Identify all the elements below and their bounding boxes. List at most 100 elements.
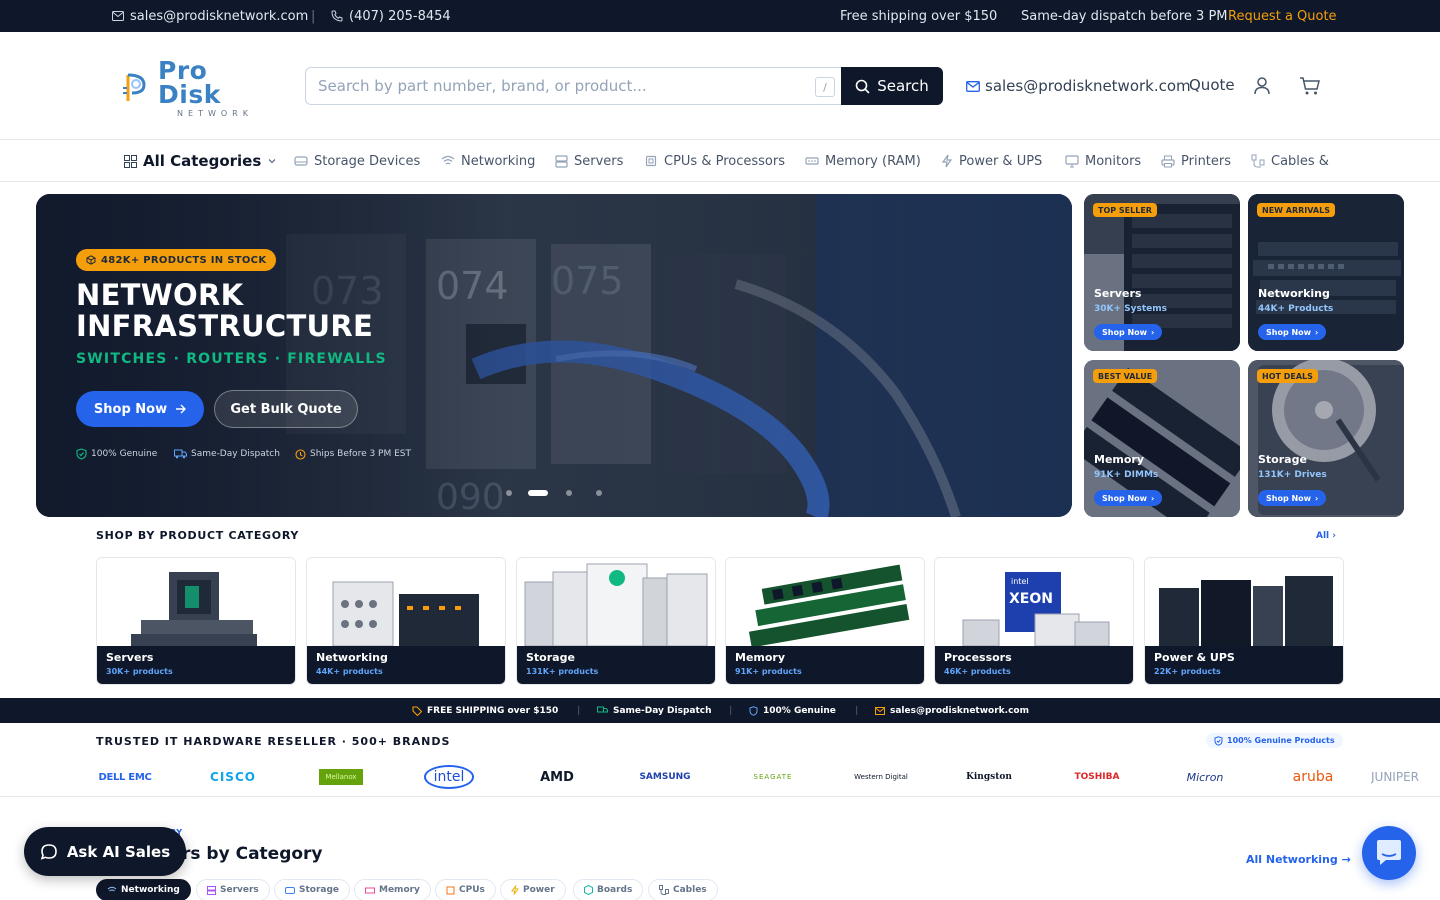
memory-icon bbox=[805, 156, 819, 166]
tile-ribbon: TOP SELLER bbox=[1093, 203, 1157, 217]
brand-logo-carousel: · · · · · DELL EMC CISCO Mellanox intel … bbox=[0, 757, 1440, 797]
brand-logo-kingston[interactable]: Kingston bbox=[939, 757, 1039, 797]
tile-shop-now-button[interactable]: Shop Now › bbox=[1094, 324, 1163, 340]
brand-logo-western-digital[interactable]: Western Digital bbox=[831, 757, 931, 797]
nav-networking[interactable]: Networking bbox=[441, 141, 535, 181]
hero-subtitle: SWITCHES · ROUTERS · FIREWALLS bbox=[76, 351, 387, 367]
carousel-dot-active[interactable] bbox=[528, 490, 548, 496]
cart-icon[interactable] bbox=[1299, 76, 1321, 96]
grid-icon bbox=[124, 154, 137, 168]
brand-logo-seagate[interactable]: SEAGATE bbox=[723, 757, 823, 797]
header-email: sales@prodisknetwork.com bbox=[985, 77, 1191, 95]
all-categories-dropdown[interactable]: All Categories bbox=[124, 141, 277, 181]
wifi-icon bbox=[107, 886, 117, 895]
promo-tile-networking[interactable]: NEW ARRIVALS Networking 44K+ Products Sh… bbox=[1248, 194, 1404, 351]
brand-logo-cisco[interactable]: CISCO bbox=[183, 757, 283, 797]
trust-text: 100% Genuine bbox=[91, 449, 158, 459]
nav-cables[interactable]: Cables & bbox=[1251, 141, 1329, 181]
quote-link[interactable]: Quote bbox=[1189, 76, 1235, 94]
nav-storage-devices[interactable]: Storage Devices bbox=[294, 141, 420, 181]
chip-storage[interactable]: Storage bbox=[274, 879, 351, 900]
topbar-email-link[interactable]: sales@prodisknetwork.com bbox=[112, 0, 308, 32]
trust-text: Same-Day Dispatch bbox=[191, 449, 280, 459]
nav-power-ups[interactable]: Power & UPS bbox=[941, 141, 1042, 181]
nav-printers[interactable]: Printers bbox=[1161, 141, 1231, 181]
card-name: Memory bbox=[735, 651, 786, 664]
nav-memory[interactable]: Memory (RAM) bbox=[805, 141, 921, 181]
brand-logo-dell-emc[interactable]: DELL EMC bbox=[75, 757, 175, 797]
request-quote-link[interactable]: Request a Quote bbox=[1228, 0, 1337, 32]
brand-logo-aruba[interactable]: aruba bbox=[1263, 757, 1363, 797]
brand-logo-samsung[interactable]: SAMSUNG bbox=[615, 757, 715, 797]
chip-servers[interactable]: Servers bbox=[196, 879, 270, 900]
chip-memory[interactable]: Memory bbox=[354, 879, 431, 900]
tag-icon bbox=[412, 705, 422, 716]
strip-text: sales@prodisknetwork.com bbox=[890, 705, 1029, 716]
chip-boards[interactable]: Boards bbox=[573, 879, 644, 900]
logo[interactable]: Pro Disk NETWORK bbox=[122, 58, 272, 118]
clock-icon bbox=[295, 448, 306, 460]
brand-logo-amd[interactable]: AMD bbox=[507, 757, 607, 797]
brand-logo-partial[interactable]: · · · · · bbox=[0, 757, 30, 797]
brand-text: intel bbox=[423, 765, 475, 789]
brand-logo-micron[interactable]: Micron bbox=[1155, 757, 1255, 797]
storage-image bbox=[517, 558, 715, 646]
brand-logo-juniper[interactable]: JUNIPER bbox=[1371, 757, 1440, 797]
all-networking-link[interactable]: All Networking → bbox=[1246, 853, 1351, 866]
wifi-icon bbox=[441, 155, 455, 167]
carousel-dot[interactable] bbox=[506, 490, 512, 496]
tile-ribbon: HOT DEALS bbox=[1257, 369, 1318, 383]
chip-cables[interactable]: Cables bbox=[648, 879, 718, 900]
carousel-dot[interactable] bbox=[566, 490, 572, 496]
tile-shop-now-button[interactable]: Shop Now › bbox=[1094, 490, 1163, 506]
category-card-power-ups[interactable]: Power & UPS 22K+ products bbox=[1144, 557, 1344, 685]
mail-icon bbox=[112, 11, 124, 21]
brand-logo-mellanox[interactable]: Mellanox bbox=[291, 757, 391, 797]
nav-monitors[interactable]: Monitors bbox=[1065, 141, 1141, 181]
promo-tile-storage[interactable]: HOT DEALS Storage 131K+ Drives Shop Now › bbox=[1248, 360, 1404, 517]
strip-text: FREE SHIPPING over $150 bbox=[427, 705, 559, 716]
chat-widget-button[interactable] bbox=[1362, 826, 1416, 880]
header-email-link[interactable]: sales@prodisknetwork.com bbox=[966, 76, 1191, 96]
nav-label: CPUs & Processors bbox=[664, 153, 785, 169]
trust-text: Ships Before 3 PM EST bbox=[310, 449, 412, 459]
category-card-networking[interactable]: Networking 44K+ products bbox=[306, 557, 506, 685]
category-card-servers[interactable]: Servers 30K+ products bbox=[96, 557, 296, 685]
hero-bulk-quote-button[interactable]: Get Bulk Quote bbox=[214, 390, 358, 428]
nav-cpus-processors[interactable]: CPUs & Processors bbox=[644, 141, 785, 181]
view-all-categories-link[interactable]: All › bbox=[1316, 531, 1336, 541]
category-card-storage[interactable]: Storage 131K+ products bbox=[516, 557, 716, 685]
header: Pro Disk NETWORK / Search sales@prodiskn… bbox=[0, 32, 1440, 140]
nav-servers[interactable]: Servers bbox=[555, 141, 623, 181]
topbar-email: sales@prodisknetwork.com bbox=[130, 8, 309, 24]
ask-ai-sales-button[interactable]: Ask AI Sales bbox=[24, 827, 186, 876]
brand-logo-toshiba[interactable]: TOSHIBA bbox=[1047, 757, 1147, 797]
promo-tile-memory[interactable]: BEST VALUE Memory 91K+ DIMMs Shop Now › bbox=[1084, 360, 1240, 517]
carousel-dot[interactable] bbox=[596, 490, 602, 496]
tile-shop-now-button[interactable]: Shop Now › bbox=[1258, 490, 1327, 506]
search-button[interactable]: Search bbox=[841, 67, 943, 105]
chip-cpus[interactable]: CPUs bbox=[435, 879, 496, 900]
strip-email[interactable]: sales@prodisknetwork.com bbox=[875, 698, 1029, 723]
brand-logo-intel[interactable]: intel bbox=[399, 757, 499, 797]
tile-shop-now-button[interactable]: Shop Now › bbox=[1258, 324, 1327, 340]
user-account-icon[interactable] bbox=[1252, 76, 1272, 96]
strip-genuine: 100% Genuine bbox=[749, 698, 836, 723]
chat-bubble-icon bbox=[40, 843, 58, 861]
tile-cta-label: Shop Now bbox=[1102, 493, 1148, 503]
ask-ai-label: Ask AI Sales bbox=[66, 842, 171, 861]
card-count: 22K+ products bbox=[1154, 667, 1221, 676]
processor-image-text: XEON bbox=[1009, 591, 1053, 607]
hero-carousel[interactable]: 073 074 075 090 482K+ PRODUCTS IN STOCK … bbox=[36, 194, 1072, 517]
hard-drive-icon bbox=[285, 886, 295, 895]
search-input[interactable] bbox=[318, 77, 798, 95]
promo-tile-servers[interactable]: TOP SELLER Servers 30K+ Systems Shop Now… bbox=[1084, 194, 1240, 351]
chip-power[interactable]: Power bbox=[500, 879, 566, 900]
nav-label: Monitors bbox=[1085, 153, 1142, 169]
category-card-processors[interactable]: intel XEON Processors 46K+ products bbox=[934, 557, 1134, 685]
chip-networking[interactable]: Networking bbox=[96, 879, 191, 900]
cpu-icon bbox=[644, 154, 658, 168]
hero-shop-now-button[interactable]: Shop Now bbox=[76, 391, 204, 427]
topbar-phone-link[interactable]: (407) 205-8454 bbox=[331, 0, 451, 32]
category-card-memory[interactable]: Memory 91K+ products bbox=[725, 557, 925, 685]
